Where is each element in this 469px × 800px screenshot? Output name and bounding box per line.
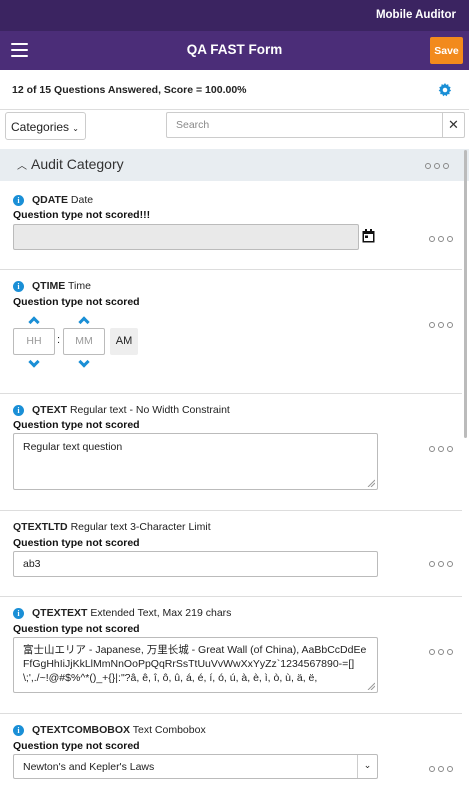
- question-description: Text Combobox: [132, 724, 206, 736]
- question-description: Extended Text, Max 219 chars: [90, 607, 232, 619]
- question-type: Question type not scored: [13, 740, 140, 752]
- text-area[interactable]: Regular text question: [13, 433, 378, 490]
- extended-text-value: 富士山エリア - Japanese, 万里长城 - Great Wall (of…: [23, 644, 367, 684]
- question-heading: QTEXTEXT Extended Text, Max 219 chars: [32, 607, 231, 619]
- question-row: i QTEXTCOMBOBOX Text Combobox Question t…: [0, 714, 462, 800]
- category-label: Audit Category: [31, 156, 124, 172]
- question-row: i QTEXT Regular text - No Width Constrai…: [0, 394, 462, 511]
- minute-down-icon[interactable]: [78, 356, 90, 368]
- question-heading: QTEXT Regular text - No Width Constraint: [32, 404, 230, 416]
- info-icon[interactable]: i: [13, 608, 24, 619]
- text-input[interactable]: ab3: [13, 551, 378, 577]
- question-type: Question type not scored!!!: [13, 209, 151, 221]
- chevron-up-icon[interactable]: ︿: [17, 157, 27, 172]
- more-options-icon[interactable]: [429, 649, 453, 655]
- info-icon[interactable]: i: [13, 405, 24, 416]
- app-header: QA FAST Form Save: [0, 31, 469, 70]
- form-title: QA FAST Form: [186, 42, 283, 57]
- search-placeholder: Search: [176, 119, 210, 131]
- question-code: QTIME: [32, 280, 66, 292]
- app-name: Mobile Auditor: [375, 9, 456, 21]
- more-options-icon[interactable]: [429, 236, 453, 242]
- score-summary: 12 of 15 Questions Answered, Score = 100…: [0, 70, 469, 110]
- minute-input[interactable]: MM: [63, 328, 105, 355]
- question-code: QTEXTEXT: [32, 607, 88, 619]
- date-input[interactable]: [13, 224, 359, 250]
- more-options-icon[interactable]: [429, 766, 453, 772]
- question-type: Question type not scored: [13, 419, 140, 431]
- info-icon[interactable]: i: [13, 281, 24, 292]
- more-options-icon[interactable]: [429, 322, 453, 328]
- categories-dropdown[interactable]: Categories ⌄: [5, 112, 86, 140]
- info-icon[interactable]: i: [13, 195, 24, 206]
- hour-input[interactable]: HH: [13, 328, 55, 355]
- more-options-icon[interactable]: [429, 446, 453, 452]
- chevron-down-icon: ⌄: [70, 124, 79, 133]
- question-type: Question type not scored: [13, 296, 140, 308]
- categories-label: Categories: [11, 120, 70, 134]
- gear-icon[interactable]: [438, 83, 452, 97]
- time-separator: :: [57, 334, 61, 346]
- question-row: i QTIME Time Question type not scored HH…: [0, 270, 462, 394]
- hour-up-icon[interactable]: [28, 316, 40, 328]
- minute-up-icon[interactable]: [78, 316, 90, 328]
- question-row: i QDATE Date Question type not scored!!!: [0, 184, 462, 270]
- calendar-icon[interactable]: [362, 229, 375, 243]
- chevron-down-icon[interactable]: ⌄: [357, 755, 377, 778]
- question-row: i QTEXTEXT Extended Text, Max 219 chars …: [0, 597, 462, 714]
- category-more-icon[interactable]: [425, 163, 449, 169]
- question-description: Time: [67, 280, 91, 292]
- text-area-value: Regular text question: [23, 441, 123, 453]
- hour-down-icon[interactable]: [28, 356, 40, 368]
- question-type: Question type not scored: [13, 537, 140, 549]
- ampm-toggle[interactable]: AM: [110, 328, 138, 355]
- resize-handle-icon[interactable]: [367, 682, 375, 690]
- question-description: Regular text 3-Character Limit: [70, 521, 211, 533]
- combobox-value: Newton's and Kepler's Laws: [23, 761, 155, 773]
- question-code: QTEXTCOMBOBOX: [32, 724, 131, 736]
- category-header[interactable]: ︿ Audit Category: [0, 149, 469, 181]
- question-type: Question type not scored: [13, 623, 140, 635]
- question-heading: QTEXTCOMBOBOX Text Combobox: [32, 724, 206, 736]
- question-code: QTEXTLTD: [13, 521, 68, 533]
- info-icon[interactable]: i: [13, 725, 24, 736]
- question-heading: QTEXTLTD Regular text 3-Character Limit: [13, 521, 211, 533]
- filter-bar: Categories ⌄ Search ✕: [0, 110, 469, 145]
- question-heading: QDATE Date: [32, 194, 93, 206]
- question-code: QTEXT: [32, 404, 68, 416]
- resize-handle-icon[interactable]: [367, 479, 375, 487]
- summary-text: 12 of 15 Questions Answered, Score = 100…: [12, 84, 247, 96]
- clear-search-icon[interactable]: ✕: [442, 113, 464, 137]
- search-input[interactable]: Search ✕: [166, 112, 465, 138]
- question-description: Date: [70, 194, 94, 206]
- question-code: QDATE: [32, 194, 68, 206]
- question-heading: QTIME Time: [32, 280, 91, 292]
- question-description: Regular text - No Width Constraint: [69, 404, 230, 416]
- combobox[interactable]: Newton's and Kepler's Laws ⌄: [13, 754, 378, 779]
- save-button[interactable]: Save: [430, 37, 463, 64]
- scrollbar[interactable]: [464, 150, 467, 438]
- extended-text-area[interactable]: 富士山エリア - Japanese, 万里长城 - Great Wall (of…: [13, 637, 378, 693]
- question-row: QTEXTLTD Regular text 3-Character Limit …: [0, 511, 462, 597]
- status-bar: Mobile Auditor: [0, 0, 469, 31]
- more-options-icon[interactable]: [429, 561, 453, 567]
